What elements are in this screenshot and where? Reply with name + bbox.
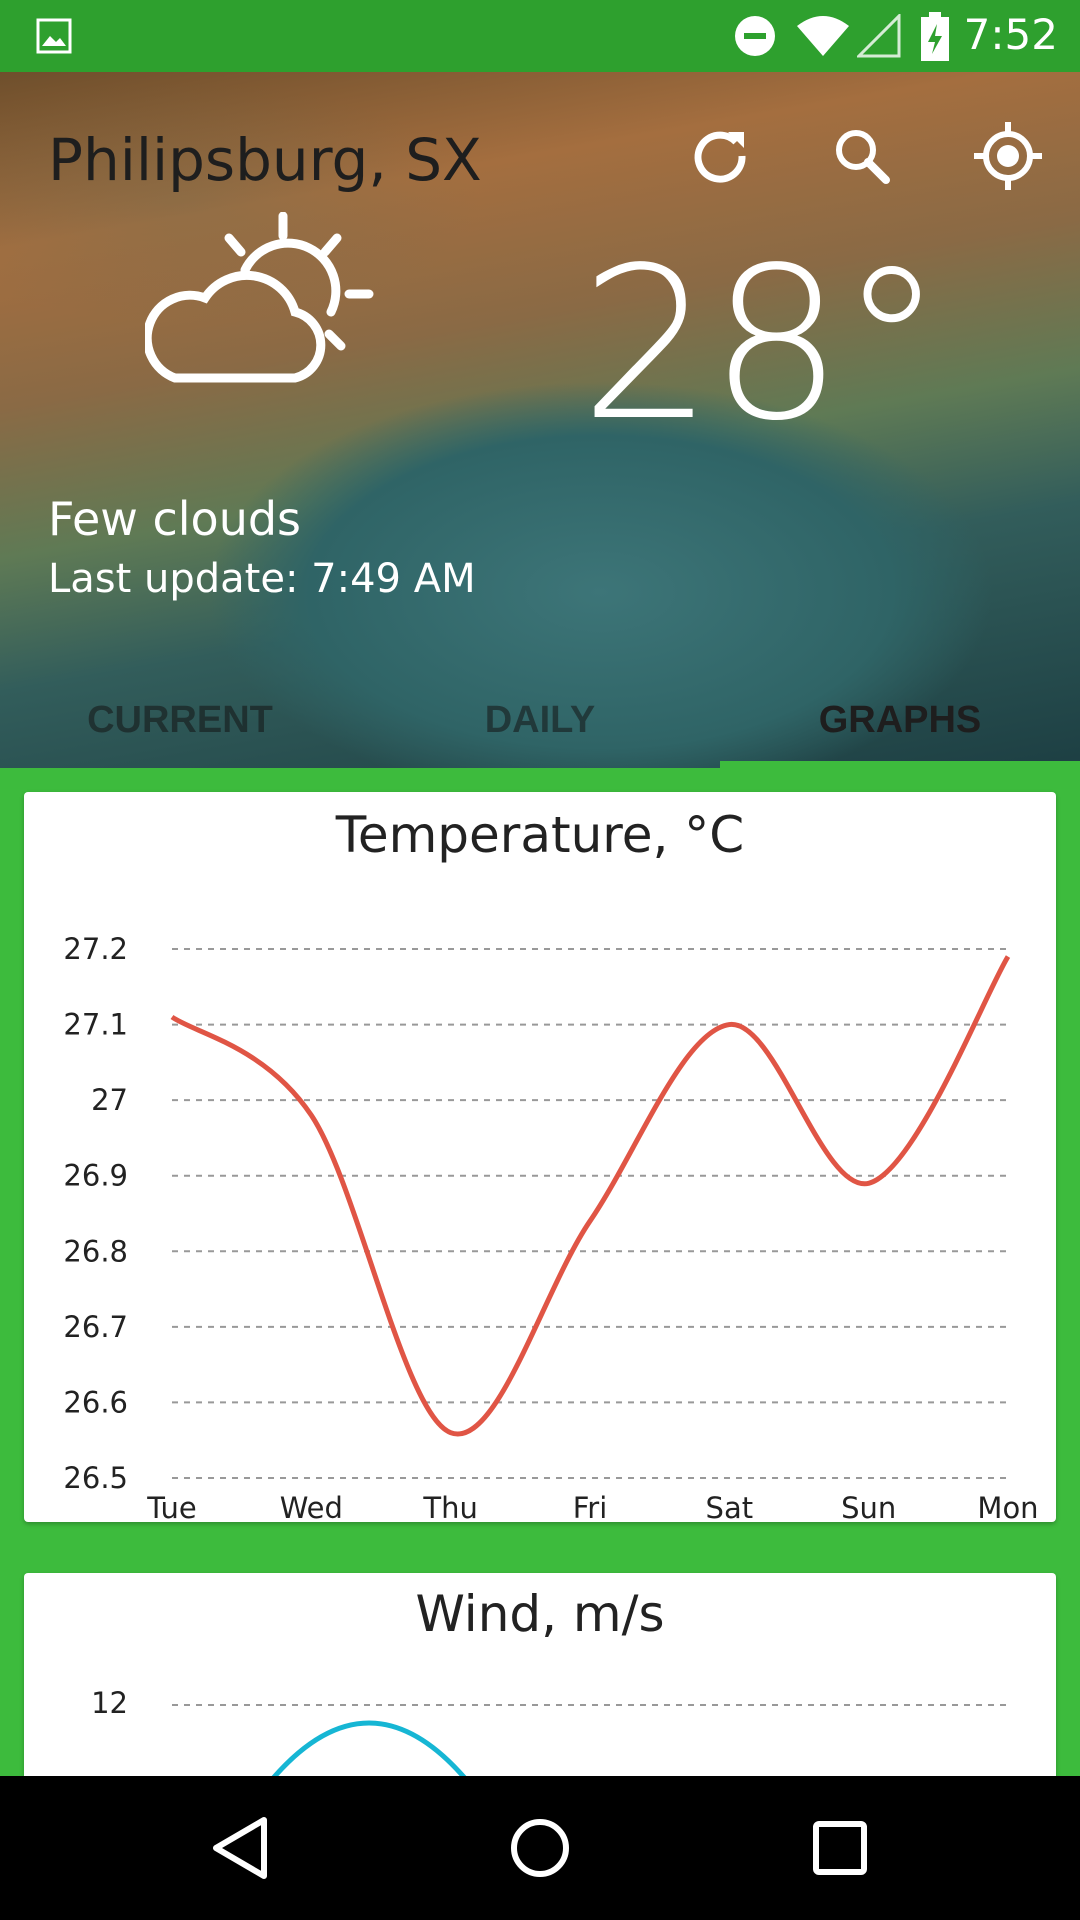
temperature-x-tick: Fri (573, 1491, 608, 1522)
temperature-y-tick: 26.8 (63, 1234, 128, 1268)
navigation-bar (0, 1776, 1080, 1920)
temperature-chart: 27.2 27.1 27 26.9 26.8 26.7 26.6 26.5 Tue Wed Thu F… (63, 932, 1038, 1522)
status-bar: 7:52 (0, 0, 1080, 72)
recents-icon[interactable] (804, 1812, 876, 1884)
search-icon[interactable] (826, 120, 898, 192)
city-name: Philipsburg, SX (48, 126, 482, 194)
temperature-x-tick: Mon (977, 1491, 1038, 1522)
status-time: 7:52 (963, 10, 1058, 59)
back-icon[interactable] (204, 1812, 276, 1884)
weather-condition: Few clouds (48, 492, 302, 546)
temperature-x-tick: Wed (280, 1491, 343, 1522)
image-notification-icon (36, 18, 72, 54)
wind-chart-card: Wind, m/s 12 (24, 1573, 1056, 1776)
temperature-y-tick: 26.7 (63, 1310, 128, 1344)
partly-cloudy-icon (145, 212, 374, 383)
temperature-chart-card: Temperature, °C 27.2 27.1 27 26.9 26.8 26.7 26… (24, 792, 1056, 1522)
tab-current[interactable]: CURRENT (0, 672, 360, 768)
temperature-y-tick: 27 (91, 1083, 128, 1117)
temperature-y-tick: 27.1 (63, 1008, 128, 1042)
tab-graphs[interactable]: GRAPHS (720, 672, 1080, 768)
weather-header: Philipsburg, SX 28° Few clouds Last upda… (0, 72, 1080, 768)
wifi-icon (797, 16, 849, 56)
temperature-y-tick: 26.5 (63, 1461, 128, 1495)
temperature-x-tick: Thu (422, 1491, 477, 1522)
tab-bar: CURRENT DAILY GRAPHS (0, 672, 1080, 768)
wind-series-line (271, 1720, 467, 1776)
home-icon[interactable] (504, 1812, 576, 1884)
temperature-series-line (170, 955, 1011, 1437)
refresh-icon[interactable] (684, 120, 756, 192)
tab-indicator (720, 761, 1080, 768)
wind-chart: 12 (91, 1686, 1008, 1776)
temperature-y-tick: 26.6 (63, 1385, 128, 1419)
tab-daily[interactable]: DAILY (360, 672, 720, 768)
temperature-x-tick: Tue (146, 1491, 197, 1522)
last-update: Last update: 7:49 AM (48, 556, 476, 602)
battery-icon (921, 12, 949, 61)
temperature-x-tick: Sun (841, 1491, 896, 1522)
cell-signal-icon (857, 14, 901, 58)
temperature-y-tick: 26.9 (63, 1159, 128, 1193)
temperature-x-tick: Sat (706, 1491, 754, 1522)
location-icon[interactable] (972, 120, 1044, 192)
current-temperature: 28° (580, 222, 944, 467)
wind-y-tick: 12 (91, 1686, 128, 1720)
temperature-y-tick: 27.2 (63, 932, 128, 966)
do-not-disturb-icon (735, 16, 775, 56)
